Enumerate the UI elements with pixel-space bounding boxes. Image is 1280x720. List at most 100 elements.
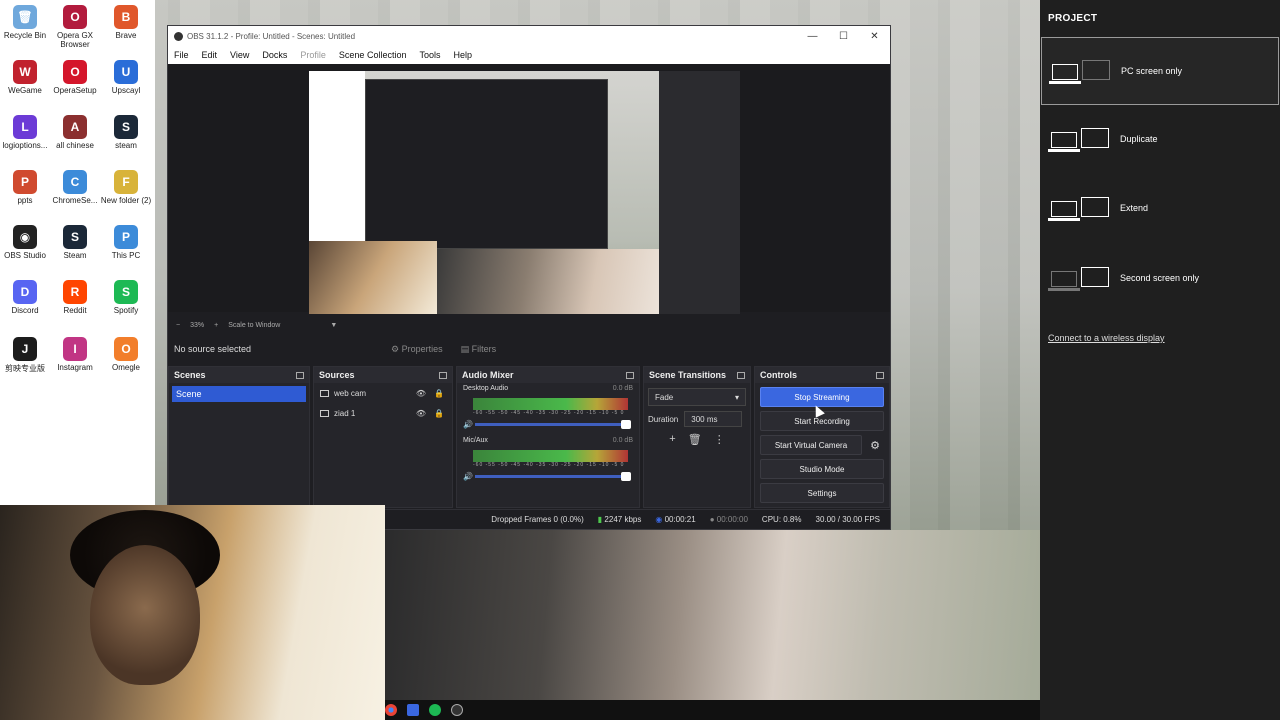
scenes-title: Scenes [174, 370, 206, 380]
desktop-icon[interactable]: I Instagram [48, 337, 102, 372]
desktop-icon-label: Instagram [57, 363, 93, 372]
undock-icon[interactable] [439, 371, 447, 379]
desktop-icon[interactable]: O OperaSetup [48, 60, 102, 95]
desktop-icon[interactable]: ◉ OBS Studio [0, 225, 52, 260]
filters-label: Filters [471, 343, 497, 354]
zoom-in-button[interactable]: + [214, 322, 218, 329]
desktop-icon[interactable]: P This PC [99, 225, 153, 260]
desktop-icon-label: OBS Studio [4, 251, 46, 260]
close-button[interactable]: ✕ [859, 31, 890, 42]
filters-button[interactable]: ▤ Filters [461, 344, 497, 355]
app-icon: C [63, 170, 87, 194]
menu-file[interactable]: File [174, 50, 189, 60]
lock-icon[interactable]: 🔒 [434, 409, 444, 418]
remove-transition-button[interactable]: 🗑 [688, 433, 702, 446]
duration-input[interactable]: 300 ms [684, 411, 743, 427]
transition-menu-icon[interactable]: ⋮ [714, 433, 725, 446]
visibility-eye-icon[interactable]: 👁 [416, 409, 426, 418]
desktop-icon[interactable]: Pppts [0, 170, 52, 205]
desktop-icon[interactable]: W WeGame [0, 60, 52, 95]
extend-option[interactable]: Extend [1041, 175, 1279, 243]
desktop-icon-label: Brave [115, 31, 137, 40]
channel-name: Mic/Aux [463, 437, 488, 444]
start-virtual-camera-button[interactable]: Start Virtual Camera [760, 435, 862, 455]
desktop-icon[interactable]: B Brave [99, 5, 153, 40]
stop-streaming-button[interactable]: Stop Streaming [760, 387, 884, 407]
pc-screen-only-option[interactable]: PC screen only [1041, 37, 1279, 105]
desktop-icon-label: ChromeSe... [52, 196, 98, 205]
desktop-icon[interactable]: Llogioptions... [0, 115, 52, 150]
volume-knob[interactable] [621, 420, 631, 429]
preview-canvas[interactable] [309, 71, 740, 314]
menu-scene-collection[interactable]: Scene Collection [339, 50, 407, 60]
source-item[interactable]: web cam 👁 🔒 [314, 383, 452, 403]
preview-webcam [309, 241, 437, 314]
desktop-icon[interactable]: S Spotify [99, 280, 153, 315]
zoom-out-button[interactable]: − [176, 322, 180, 329]
speaker-icon[interactable]: 🔊 [463, 420, 473, 429]
desktop-icon[interactable]: F New folder (2) [99, 170, 153, 205]
add-transition-button[interactable]: + [669, 433, 675, 446]
properties-button[interactable]: ⚙ Properties [391, 344, 443, 355]
desktop-icon[interactable]: Ssteam [99, 115, 153, 150]
channel-db: 0.0 dB [612, 385, 633, 392]
desktop-icon[interactable]: U Upscayl [99, 60, 153, 95]
menu-tools[interactable]: Tools [419, 50, 440, 60]
desktop-icon[interactable]: C ChromeSe... [48, 170, 102, 205]
duplicate-option[interactable]: Duplicate [1041, 106, 1279, 174]
scale-to-window-label[interactable]: Scale to Window [228, 322, 280, 329]
source-item[interactable]: ziad 1 👁 🔒 [314, 403, 452, 423]
meter-scale: -60 -55 -50 -45 -40 -35 -30 -25 -20 -15 … [473, 410, 625, 416]
maximize-button[interactable]: ☐ [828, 31, 859, 42]
menu-docks[interactable]: Docks [262, 50, 287, 60]
option-label: PC screen only [1121, 66, 1183, 76]
speaker-icon[interactable]: 🔊 [463, 472, 473, 481]
volume-slider[interactable] [475, 472, 631, 481]
audio-meter [473, 398, 628, 410]
volume-slider[interactable] [475, 420, 631, 429]
desktop-icon-label: Opera GX Browser [56, 31, 93, 49]
settings-button[interactable]: Settings [760, 483, 884, 503]
desktop-icon-label: This PC [111, 251, 141, 260]
app-icon[interactable] [407, 704, 419, 716]
gear-icon[interactable]: ⚙ [866, 435, 884, 455]
menu-view[interactable]: View [230, 50, 249, 60]
desktop-icon[interactable]: Aall chinese [48, 115, 102, 150]
menu-edit[interactable]: Edit [202, 50, 218, 60]
menu-profile[interactable]: Profile [300, 50, 326, 60]
transition-select[interactable]: Fade ▾ [648, 388, 746, 406]
undock-icon[interactable] [737, 371, 745, 379]
desktop-icon[interactable]: R Reddit [48, 280, 102, 315]
undock-icon[interactable] [876, 371, 884, 379]
meter-scale: -60 -55 -50 -45 -40 -35 -30 -25 -20 -15 … [473, 462, 625, 468]
lock-icon[interactable]: 🔒 [434, 389, 444, 398]
spotify-icon[interactable] [429, 704, 441, 716]
preview-nested-obs [365, 79, 608, 249]
undock-icon[interactable] [296, 371, 304, 379]
desktop-icon[interactable]: O Omegle [99, 337, 153, 372]
visibility-eye-icon[interactable]: 👁 [416, 389, 426, 398]
desktop-icon[interactable]: D Discord [0, 280, 52, 315]
menu-help[interactable]: Help [453, 50, 472, 60]
obs-logo-icon [174, 31, 183, 41]
undock-icon[interactable] [626, 371, 634, 379]
minimize-button[interactable]: — [797, 31, 828, 42]
signal-bars-icon: ▮ [597, 515, 603, 524]
desktop-icon[interactable]: S Steam [48, 225, 102, 260]
connect-wireless-display-link[interactable]: Connect to a wireless display [1048, 333, 1165, 343]
preview-dropdown-icon[interactable]: ▼ [330, 322, 337, 329]
desktop-icon[interactable]: J 剪映专业版 [0, 337, 52, 374]
scene-item[interactable]: Scene [172, 386, 306, 402]
properties-label: Properties [401, 343, 443, 354]
desktop-icon-label: Recycle Bin [3, 31, 47, 40]
chrome-icon[interactable] [385, 704, 397, 716]
studio-mode-button[interactable]: Studio Mode [760, 459, 884, 479]
obs-icon[interactable] [451, 704, 463, 716]
webcam-overlay [0, 505, 385, 720]
volume-knob[interactable] [621, 472, 631, 481]
desktop-icon[interactable]: O Opera GX Browser [48, 5, 102, 49]
second-screen-only-option[interactable]: Second screen only [1041, 245, 1279, 313]
app-icon: J [13, 337, 37, 361]
desktop-icon[interactable]: 🗑 Recycle Bin [0, 5, 52, 40]
app-icon: A [63, 115, 87, 139]
